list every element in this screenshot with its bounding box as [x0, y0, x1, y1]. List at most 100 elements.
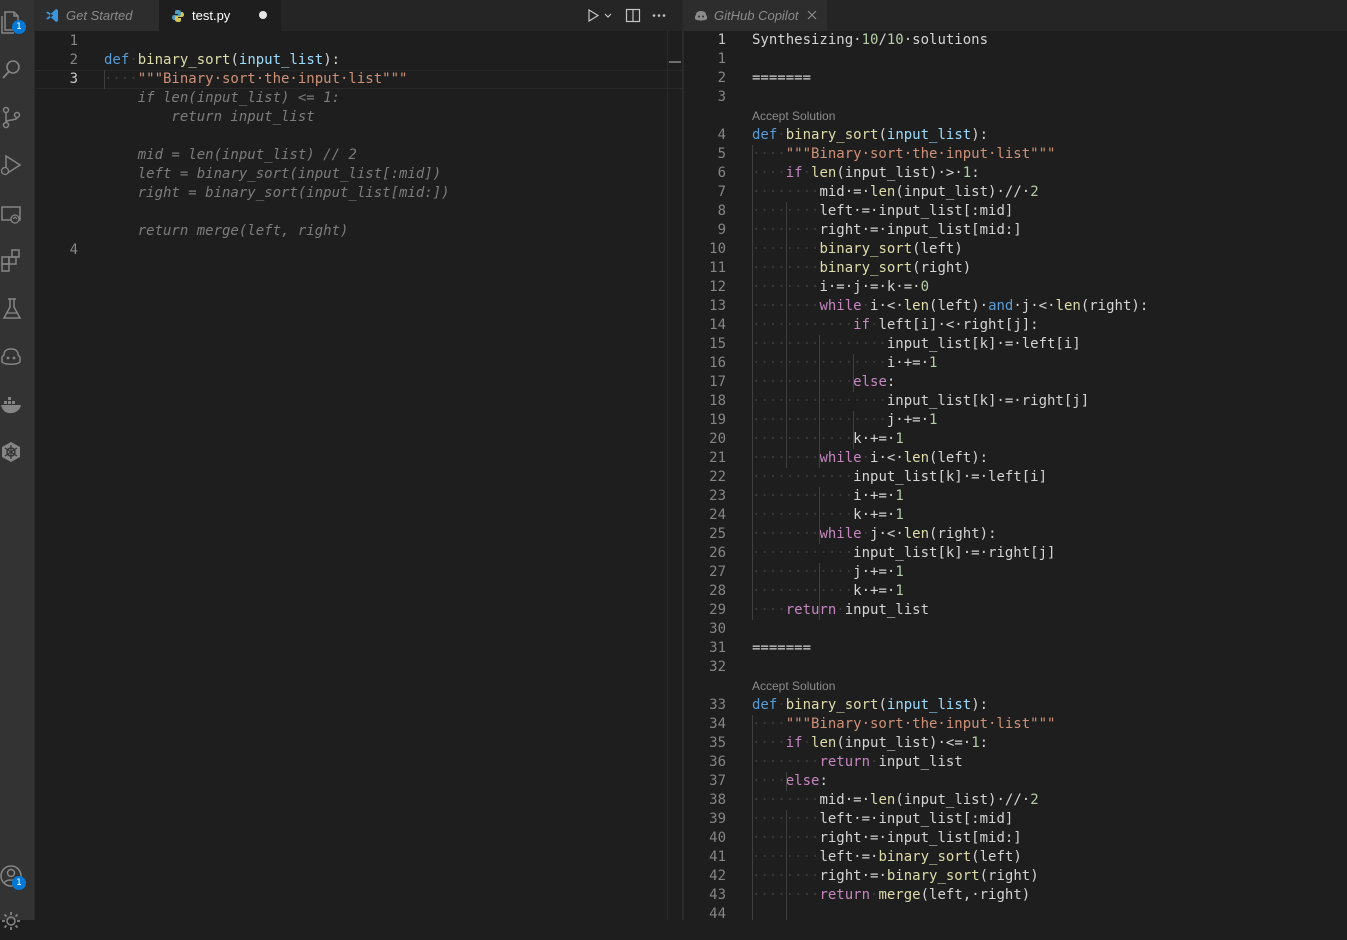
accept-solution-link[interactable]: Accept Solution [684, 107, 1347, 126]
code-text: ················i·+=·1 [752, 354, 937, 373]
line-number: 39 [709, 811, 726, 827]
vscode-logo-icon [45, 0, 59, 31]
line-number: 4 [69, 242, 78, 258]
code-line: 22 ············input_list[k]·=·left[i] [684, 468, 1347, 487]
code-token: input_list [844, 165, 930, 181]
line-number: 23 [709, 488, 726, 504]
activity-settings-gear-button[interactable] [0, 900, 34, 940]
line-number: 26 [709, 545, 726, 561]
split-editor-icon[interactable] [625, 0, 641, 31]
code-line: if len(input_list) <= 1: [35, 89, 682, 108]
activity-kubernetes-button[interactable] [0, 432, 34, 472]
code-line: 27 ············j·+=·1 [684, 563, 1347, 582]
line-number: 21 [709, 450, 726, 466]
code-token: · [861, 298, 871, 314]
code-token: ········ [752, 754, 820, 770]
line-number: 33 [709, 697, 726, 713]
code-token: ············ [752, 545, 854, 561]
code-line: 24 ············k·+=·1 [684, 506, 1347, 525]
indent-guide [786, 772, 787, 791]
activity-run-debug-button[interactable] [0, 144, 34, 184]
code-token: ···· [752, 773, 786, 789]
tab-get-started[interactable]: Get Started [35, 0, 159, 31]
tab-github-copilot[interactable]: GitHub Copilot [684, 0, 827, 31]
code-token: input_list [238, 52, 324, 68]
chevron-down-icon[interactable] [603, 0, 613, 31]
code-token: ): [971, 450, 989, 466]
code-text: ········mid·=·len(input_list)·//·2 [752, 183, 1039, 202]
code-token: ( [971, 849, 980, 865]
code-token: ): [979, 526, 997, 542]
code-token: · [129, 52, 138, 68]
code-token: ········ [752, 184, 820, 200]
line-number: 18 [709, 393, 726, 409]
code-text: return merge(left, right) [104, 222, 349, 241]
code-line: mid = len(input_list) // 2 [35, 146, 682, 165]
code-token: ( [895, 184, 904, 200]
code-text: Synthesizing·10/10·solutions [752, 31, 988, 50]
activity-remote-explorer-button[interactable] [0, 194, 34, 234]
source-control-icon [2, 106, 21, 129]
code-editor-left[interactable]: 1 2 def·binary_sort(input_list): 3 ····"""Bi… [35, 31, 682, 920]
activity-search-button[interactable] [0, 48, 34, 88]
code-text: ····"""Binary·sort·the·input·list""" [752, 715, 1055, 734]
accept-solution-link[interactable]: Accept Solution [684, 677, 1347, 696]
activity-extensions-button[interactable] [0, 240, 34, 280]
activity-testing-button[interactable] [0, 288, 34, 328]
code-token: left[i]·<·right[j]: [878, 317, 1039, 333]
line-number: 10 [709, 241, 726, 257]
code-token: left [979, 849, 1014, 865]
scrollbar-track-left[interactable] [667, 31, 668, 920]
code-line: 2 def·binary_sort(input_list): [35, 51, 682, 70]
code-line: 20 ············k·+=·1 [684, 430, 1347, 449]
code-token: binary_sort [819, 241, 913, 257]
code-text: ········while·i·<·len(left): [752, 449, 988, 468]
close-icon[interactable] [806, 0, 818, 31]
code-token: binary_sort [878, 849, 972, 865]
code-token: )· [971, 298, 989, 314]
code-text: ················j·+=·1 [752, 411, 937, 430]
notification-badge: 1 [12, 20, 26, 34]
code-line: 42 ········right·=·binary_sort(right) [684, 867, 1347, 886]
code-text: ········i·=·j·=·k·=·0 [752, 278, 929, 297]
indent-guide [752, 145, 753, 620]
unsaved-dot-icon[interactable] [259, 11, 267, 19]
line-number: 42 [709, 868, 726, 884]
tab-test-py[interactable]: test.py [159, 0, 281, 31]
code-text: ········while·i·<·len(left)·and·j·<·len(… [752, 297, 1148, 316]
code-text: def·binary_sort(input_list): [752, 696, 988, 715]
activity-explorer-button[interactable]: 1 [0, 0, 34, 40]
code-token: len [870, 792, 896, 808]
tab-label: test.py [192, 8, 231, 23]
line-number: 13 [709, 298, 726, 314]
code-token: binary_sort [819, 260, 913, 276]
code-token: if [785, 165, 803, 181]
code-text: ········left·=·input_list[:mid] [752, 202, 1013, 221]
code-token: 0 [920, 279, 930, 295]
code-token: mid = len(input_list) // 2 [104, 147, 357, 163]
code-line: 1 Synthesizing·10/10·solutions [684, 31, 1347, 50]
code-line: 12 ········i·=·j·=·k·=·0 [684, 278, 1347, 297]
activity-source-control-button[interactable] [0, 96, 34, 136]
code-line: 13 ········while·i·<·len(left)·and·j·<·le… [684, 297, 1347, 316]
text-cursor [104, 70, 105, 89]
activity-docker-button[interactable] [0, 384, 34, 424]
indent-guide [819, 563, 820, 620]
code-text: ········binary_sort(left) [752, 240, 963, 259]
line-number: 2 [69, 52, 78, 68]
activity-accounts-button[interactable]: 1 [0, 856, 34, 896]
code-token: ( [920, 887, 930, 903]
more-icon[interactable] [651, 0, 667, 31]
run-icon[interactable] [586, 0, 600, 31]
activity-copilot-button[interactable] [0, 336, 34, 376]
code-text: ············k·+=·1 [752, 582, 904, 601]
code-token: · [861, 526, 871, 542]
copilot-solutions-panel[interactable]: 1 Synthesizing·10/10·solutions 1 2 ======= 3 A… [684, 31, 1347, 920]
code-token: / [878, 32, 887, 48]
code-line: 37 ····else: [684, 772, 1347, 791]
code-text: if len(input_list) <= 1: [104, 89, 340, 108]
search-icon [2, 60, 20, 79]
code-token: input_list [886, 697, 972, 713]
code-token: ): [1131, 298, 1149, 314]
code-line: 3 [684, 88, 1347, 107]
